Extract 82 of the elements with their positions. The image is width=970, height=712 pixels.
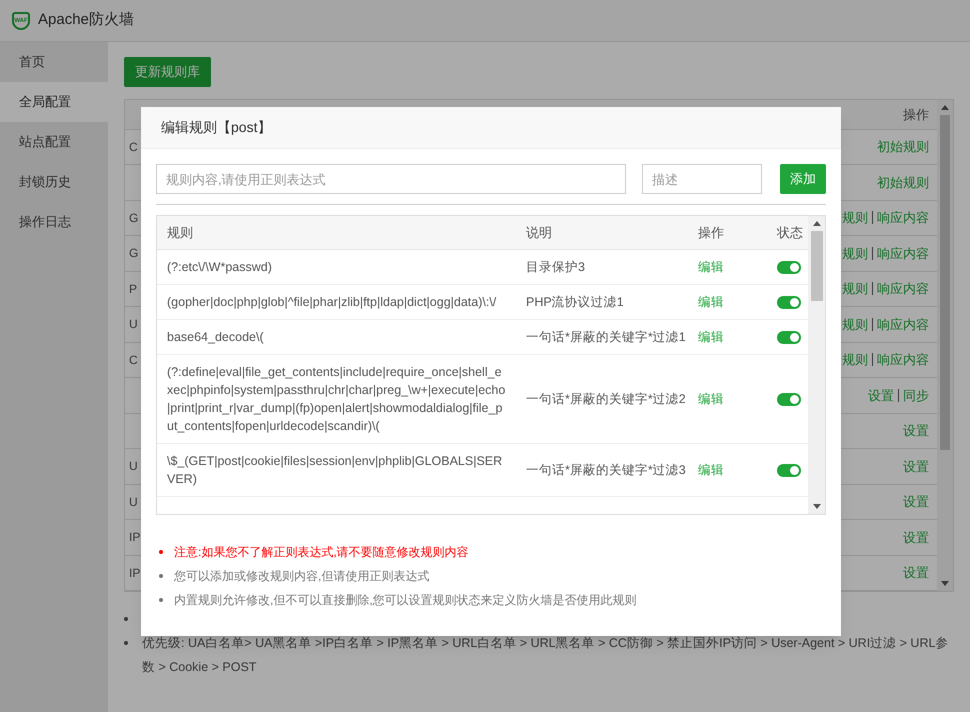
status-toggle[interactable] xyxy=(777,464,801,476)
rule-input-field[interactable]: 规则内容,请使用正则表达式 xyxy=(156,164,626,194)
action-link[interactable]: 设置 xyxy=(868,386,894,405)
sidebar-item[interactable]: 站点配置 xyxy=(0,122,108,162)
action-link[interactable]: 初始规则 xyxy=(877,137,929,156)
scroll-up-icon[interactable] xyxy=(812,221,820,226)
list-bullet-icon xyxy=(124,641,128,645)
action-link[interactable]: 响应内容 xyxy=(877,208,929,228)
action-link[interactable]: 设置 xyxy=(903,492,929,512)
action-link[interactable]: 规则 xyxy=(842,350,868,370)
rule-description: 一句话*屏蔽的关键字*过滤2 xyxy=(525,391,687,408)
scroll-up-icon[interactable] xyxy=(941,105,949,110)
info-note: 内置规则允许修改,但不可以直接删除,您可以设置规则状态来定义防火墙是否使用此规则 xyxy=(174,592,637,609)
scrollbar[interactable] xyxy=(937,100,953,591)
edit-link[interactable]: 编辑 xyxy=(698,392,724,406)
table-cell-text: C xyxy=(129,138,138,156)
rule-text: (gopher|doc|php|glob|^file|phar|zlib|ftp|ldap|dict|ogg|data)\:\/ xyxy=(166,294,498,311)
status-toggle[interactable] xyxy=(777,330,801,344)
column-header: 操作 xyxy=(697,224,725,242)
scrollbar-thumb[interactable] xyxy=(940,115,950,450)
rule-description: 一句话*屏蔽的关键字*过滤1 xyxy=(525,329,687,346)
info-note: 您可以添加或修改规则内容,但请使用正则表达式 xyxy=(174,568,430,585)
priority-note: 优先级: UA白名单> UA黑名单 >IP白名单 > IP黑名单 > URL白名单 > URL黑名单 > CC防御 > 禁止国外IP访问 > User-Agent > URI过滤 > URL参数 > Cookie > POST xyxy=(141,635,950,676)
rule-text: base64_decode\( xyxy=(166,329,265,346)
rule-text: (?:etc\/\W*passwd) xyxy=(166,259,273,276)
warning-note: 注意:如果您不了解正则表达式,请不要随意修改规则内容 xyxy=(174,544,469,561)
status-toggle[interactable] xyxy=(777,392,801,406)
sidebar-item[interactable]: 全局配置 xyxy=(0,82,108,122)
table-cell-text: IP xyxy=(129,564,140,582)
edit-link[interactable]: 编辑 xyxy=(698,330,724,344)
app-title: Apache防火墙 xyxy=(38,10,134,30)
rule-description: 目录保护3 xyxy=(525,259,586,276)
table-cell-text: U xyxy=(129,494,138,511)
rule-description: 一句话*屏蔽的关键字*过滤3 xyxy=(525,462,687,479)
edit-link[interactable]: 编辑 xyxy=(698,463,724,477)
status-toggle[interactable] xyxy=(777,296,801,308)
table-cell-text: G xyxy=(129,210,138,227)
update-rules-button[interactable]: 更新规则库 xyxy=(124,57,211,87)
table-cell-text: P xyxy=(129,280,138,298)
action-link[interactable]: 响应内容 xyxy=(877,244,929,263)
edit-link[interactable]: 编辑 xyxy=(698,260,724,274)
table-cell-text: U xyxy=(129,316,138,334)
action-link[interactable]: 规则 xyxy=(842,314,868,334)
scrollbar[interactable] xyxy=(808,216,825,514)
action-link[interactable]: 设置 xyxy=(903,528,929,547)
action-link[interactable]: 同步 xyxy=(903,386,929,405)
table-cell-text: G xyxy=(129,245,138,262)
action-link[interactable]: 设置 xyxy=(903,456,929,476)
scrollbar-thumb[interactable] xyxy=(810,231,822,301)
rule-text: (?:define|eval|file_get_contents|include|require_once|shell_exec|phpinfo|system|passthru|chr|char|preg_\w+|execute|echo|print|print_r|var_dump|(fp)open|alert|showmodaldialog|file_put_contents|fopen|urldecode|scandir)\( xyxy=(166,364,506,435)
add-button[interactable]: 添加 xyxy=(780,164,826,194)
description-input-field[interactable]: 描述 xyxy=(642,164,762,194)
sidebar-item[interactable]: 封锁历史 xyxy=(0,162,108,202)
action-link[interactable]: 设置 xyxy=(903,563,929,582)
action-link[interactable]: 初始规则 xyxy=(877,172,929,192)
action-link[interactable]: 响应内容 xyxy=(877,314,929,334)
list-bullet-icon xyxy=(124,617,128,621)
sidebar-item[interactable]: 首页 xyxy=(0,42,108,82)
table-cell-text: U xyxy=(129,458,138,476)
action-link[interactable]: 响应内容 xyxy=(877,350,929,370)
status-toggle[interactable] xyxy=(777,260,801,274)
column-header: 说明 xyxy=(525,224,553,242)
rule-text: \$_(GET|post|cookie|files|session|env|phplib|GLOBALS|SERVER) xyxy=(166,453,504,488)
list-bullet-icon xyxy=(159,598,163,602)
table-cell-text: C xyxy=(129,352,138,369)
column-header: 状态 xyxy=(776,224,803,242)
edit-link[interactable]: 编辑 xyxy=(698,295,724,309)
list-bullet-icon xyxy=(159,550,163,554)
action-link[interactable]: 规则 xyxy=(842,244,868,263)
scroll-down-icon[interactable] xyxy=(941,581,949,586)
action-link[interactable]: 设置 xyxy=(903,421,929,440)
column-header: 操作 xyxy=(903,106,929,124)
sidebar-item[interactable]: 操作日志 xyxy=(0,202,108,242)
action-link[interactable]: 规则 xyxy=(842,208,868,228)
scroll-down-icon[interactable] xyxy=(812,504,820,509)
rule-description: PHP流协议过滤1 xyxy=(525,294,625,311)
list-bullet-icon xyxy=(159,574,163,578)
dialog-title: 编辑规则【post】 xyxy=(161,118,272,137)
action-link[interactable]: 响应内容 xyxy=(877,279,929,298)
column-header: 规则 xyxy=(166,224,194,242)
table-cell-text: IP xyxy=(129,529,140,546)
action-link[interactable]: 规则 xyxy=(842,279,868,298)
